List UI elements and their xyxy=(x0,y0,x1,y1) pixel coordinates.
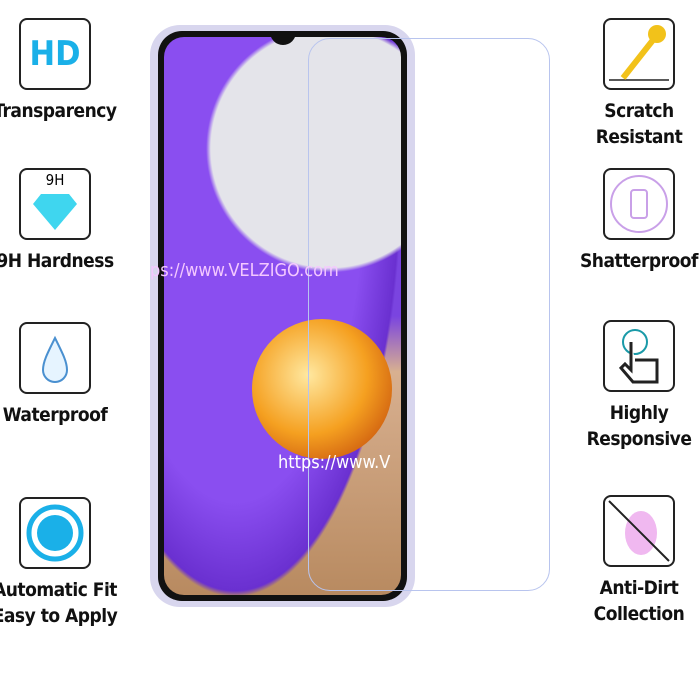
feature-label: Scratch Resistant xyxy=(595,100,683,148)
hd-icon: HD xyxy=(19,18,91,90)
diamond-icon: 9H xyxy=(19,168,91,240)
feature-scratch-resistant: Scratch Resistant xyxy=(564,18,700,150)
feature-label: Automatic Fit Easy to Apply xyxy=(0,579,118,627)
circle-fit-icon xyxy=(19,497,91,569)
touch-hand-icon xyxy=(603,320,675,392)
feature-label: Highly Responsive xyxy=(586,402,692,450)
screen-protector-glass xyxy=(308,38,550,591)
feature-shatterproof: Shatterproof xyxy=(564,168,700,274)
feature-9h-hardness: 9H 9H Hardness xyxy=(0,168,130,274)
feature-label: Shatterproof xyxy=(580,250,698,272)
feature-label: 9H Hardness xyxy=(0,250,114,272)
feature-highly-responsive: Highly Responsive xyxy=(564,320,700,452)
feature-anti-dirt: Anti-Dirt Collection xyxy=(564,495,700,627)
feature-label: Transparency xyxy=(0,100,117,122)
phone-shatter-icon xyxy=(603,168,675,240)
feature-label: Waterproof xyxy=(2,404,108,426)
feature-waterproof: Waterproof xyxy=(0,322,130,428)
feature-transparency: HD Transparency xyxy=(0,18,130,124)
key-icon xyxy=(603,18,675,90)
feature-label: Anti-Dirt Collection xyxy=(593,577,685,625)
watermark: ps://www.VELZIGO.com xyxy=(150,260,339,281)
water-drop-icon xyxy=(19,322,91,394)
fingerprint-icon xyxy=(603,495,675,567)
feature-auto-fit: Automatic Fit Easy to Apply xyxy=(0,497,130,629)
watermark: https://www.V xyxy=(278,452,391,473)
